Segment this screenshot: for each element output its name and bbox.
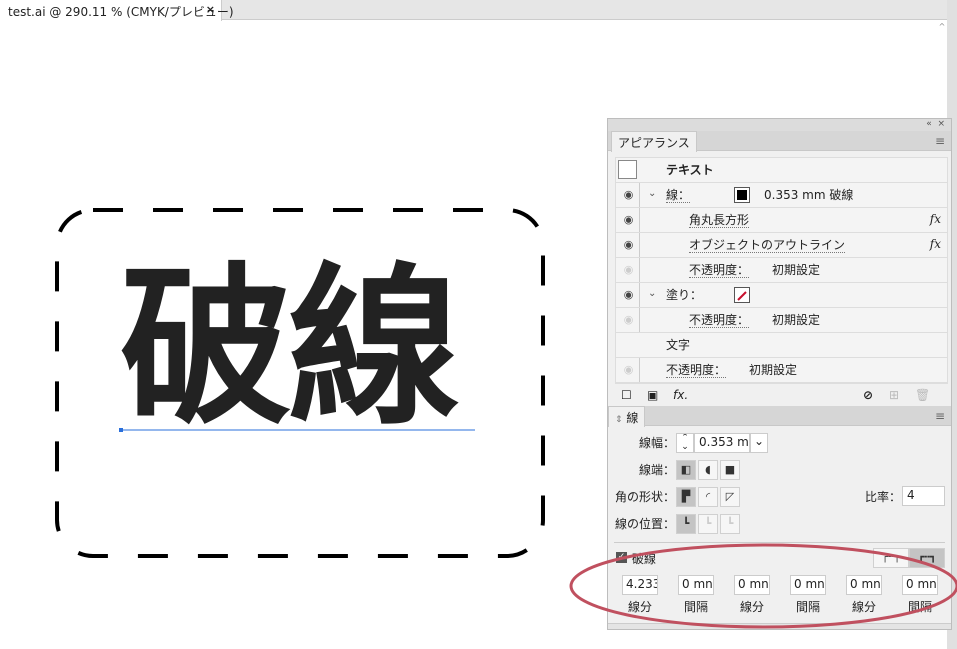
stroke-tab-label: 線 [626, 411, 639, 425]
weight-stepper[interactable]: ⌃ ⌄ [676, 433, 694, 453]
bevel-join-button[interactable]: ◸ [720, 487, 740, 507]
tab-appearance[interactable]: アピアランス [611, 131, 697, 152]
appearance-panel: « × アピアランス ≡ テキスト ◉ ⌄ 線： 0.353 mm 破線 ◉ 角丸長方形 f… [607, 118, 952, 630]
clear-appearance-icon[interactable]: ⊘ [863, 388, 873, 402]
fill-swatch-none[interactable] [734, 287, 750, 303]
canvas-text[interactable]: 破線 [120, 262, 460, 434]
eye-icon[interactable]: ◉ [618, 358, 640, 382]
characters-label: 文字 [666, 338, 691, 352]
round-join-button[interactable]: ◜ [698, 487, 718, 507]
dash-gap-label: 間隔 [683, 600, 708, 614]
row-label: テキスト [666, 163, 714, 177]
panel-menu-icon[interactable]: ≡ [935, 134, 945, 148]
opacity-label[interactable]: 不透明度： [689, 263, 750, 278]
cap-label: 線端： [638, 463, 675, 477]
projecting-cap-button[interactable]: ■ [720, 460, 740, 480]
fill-label[interactable]: 塗り： [666, 288, 702, 302]
eye-icon[interactable]: ◉ [618, 258, 640, 282]
effect-label[interactable]: オブジェクトのアウトライン [689, 238, 846, 253]
appearance-row-effect[interactable]: ◉ オブジェクトのアウトライン fx [616, 233, 947, 258]
panel-resize-handle[interactable] [608, 623, 951, 629]
tab-stroke[interactable]: ⇕ 線 [608, 406, 646, 427]
add-stroke-icon[interactable]: ☐ [621, 388, 632, 402]
opacity-label[interactable]: 不透明度： [666, 363, 727, 378]
appearance-footer: ☐ ▣ fx. ⊘ ⊞ 🗑 [615, 386, 948, 406]
ratio-label: 比率： [864, 490, 901, 504]
add-fill-icon[interactable]: ▣ [647, 388, 658, 402]
eye-icon[interactable]: ◉ [618, 183, 640, 207]
weight-input[interactable]: 0.353 mr [694, 433, 750, 453]
close-panel-icon[interactable]: × [937, 119, 945, 129]
delete-icon: 🗑 [915, 388, 931, 402]
appearance-list: テキスト ◉ ⌄ 線： 0.353 mm 破線 ◉ 角丸長方形 fx ◉ オブジェクトのアウ… [615, 157, 948, 384]
appearance-row-opacity[interactable]: ◉ 不透明度： 初期設定 [616, 308, 947, 333]
chevron-down-icon[interactable]: ⌄ [648, 188, 656, 199]
round-cap-button[interactable]: ◖ [698, 460, 718, 480]
align-label: 線の位置： [614, 517, 675, 531]
chevron-down-icon[interactable]: ⌄ [648, 288, 656, 299]
stroke-swatch[interactable] [734, 187, 750, 203]
panel-menu-icon[interactable]: ≡ [935, 409, 945, 423]
fx-icon: fx [929, 212, 941, 226]
align-center-button[interactable]: ┗ [676, 514, 696, 534]
dashed-label: 破線 [632, 552, 657, 566]
fx-icon: fx [929, 237, 941, 251]
dash-gap-label: 線分 [627, 600, 652, 614]
appearance-row-characters[interactable]: 文字 [616, 333, 947, 358]
corner-label: 角の形状： [614, 490, 675, 504]
duplicate-item-icon: ⊞ [889, 388, 900, 402]
ratio-input[interactable]: 4 [902, 486, 945, 506]
appearance-row-stroke[interactable]: ◉ ⌄ 線： 0.353 mm 破線 [616, 183, 947, 208]
weight-label: 線幅： [638, 436, 675, 450]
appearance-row-opacity[interactable]: ◉ 不透明度： 初期設定 [616, 358, 947, 383]
dash-gap-label: 線分 [739, 600, 764, 614]
opacity-value: 初期設定 [749, 363, 798, 377]
dash-gap-input[interactable]: 0 mn [846, 575, 882, 595]
stroke-value: 0.353 mm 破線 [764, 188, 854, 202]
appearance-row-effect[interactable]: ◉ 角丸長方形 fx [616, 208, 947, 233]
dashed-checkbox[interactable]: ✓ [616, 552, 627, 563]
dash-gap-input[interactable]: 0 mn [790, 575, 826, 595]
collapse-icon[interactable]: « [926, 119, 932, 129]
dash-gap-input[interactable]: 0 mn [902, 575, 938, 595]
eye-icon[interactable]: ◉ [618, 283, 640, 307]
eye-icon[interactable]: ◉ [618, 233, 640, 257]
align-inside-button: ┗ [698, 514, 718, 534]
preserve-dash-button[interactable]: ┌╌┐ [873, 548, 909, 568]
appearance-row-opacity[interactable]: ◉ 不透明度： 初期設定 [616, 258, 947, 283]
align-dash-corners-button[interactable]: ┏╍┓ [909, 548, 945, 568]
dash-gap-label: 間隔 [907, 600, 932, 614]
dash-gap-input[interactable]: 4.233 [622, 575, 658, 595]
align-outside-button: ┗ [720, 514, 740, 534]
opacity-label[interactable]: 不透明度： [689, 313, 750, 328]
expand-icon[interactable]: ⇕ [615, 415, 623, 425]
opacity-value: 初期設定 [772, 313, 821, 327]
eye-icon[interactable]: ◉ [618, 208, 640, 232]
weight-dropdown[interactable]: ⌄ [750, 433, 768, 453]
thumbnail [618, 160, 637, 179]
eye-icon[interactable]: ◉ [618, 308, 640, 332]
appearance-row-text[interactable]: テキスト [616, 158, 947, 183]
add-effect-icon[interactable]: fx. [673, 388, 688, 402]
effect-label[interactable]: 角丸長方形 [689, 213, 750, 228]
dash-gap-label: 線分 [851, 600, 876, 614]
stroke-label[interactable]: 線： [666, 188, 691, 203]
butt-cap-button[interactable]: ◧ [676, 460, 696, 480]
dash-gap-input[interactable]: 0 mn [734, 575, 770, 595]
opacity-value: 初期設定 [772, 263, 821, 277]
appearance-row-fill[interactable]: ◉ ⌄ 塗り： [616, 283, 947, 308]
dash-gap-label: 間隔 [795, 600, 820, 614]
divider [614, 542, 945, 543]
miter-join-button[interactable]: ▛ [676, 487, 696, 507]
panel-header: « × [608, 119, 951, 131]
dash-gap-input[interactable]: 0 mn [678, 575, 714, 595]
